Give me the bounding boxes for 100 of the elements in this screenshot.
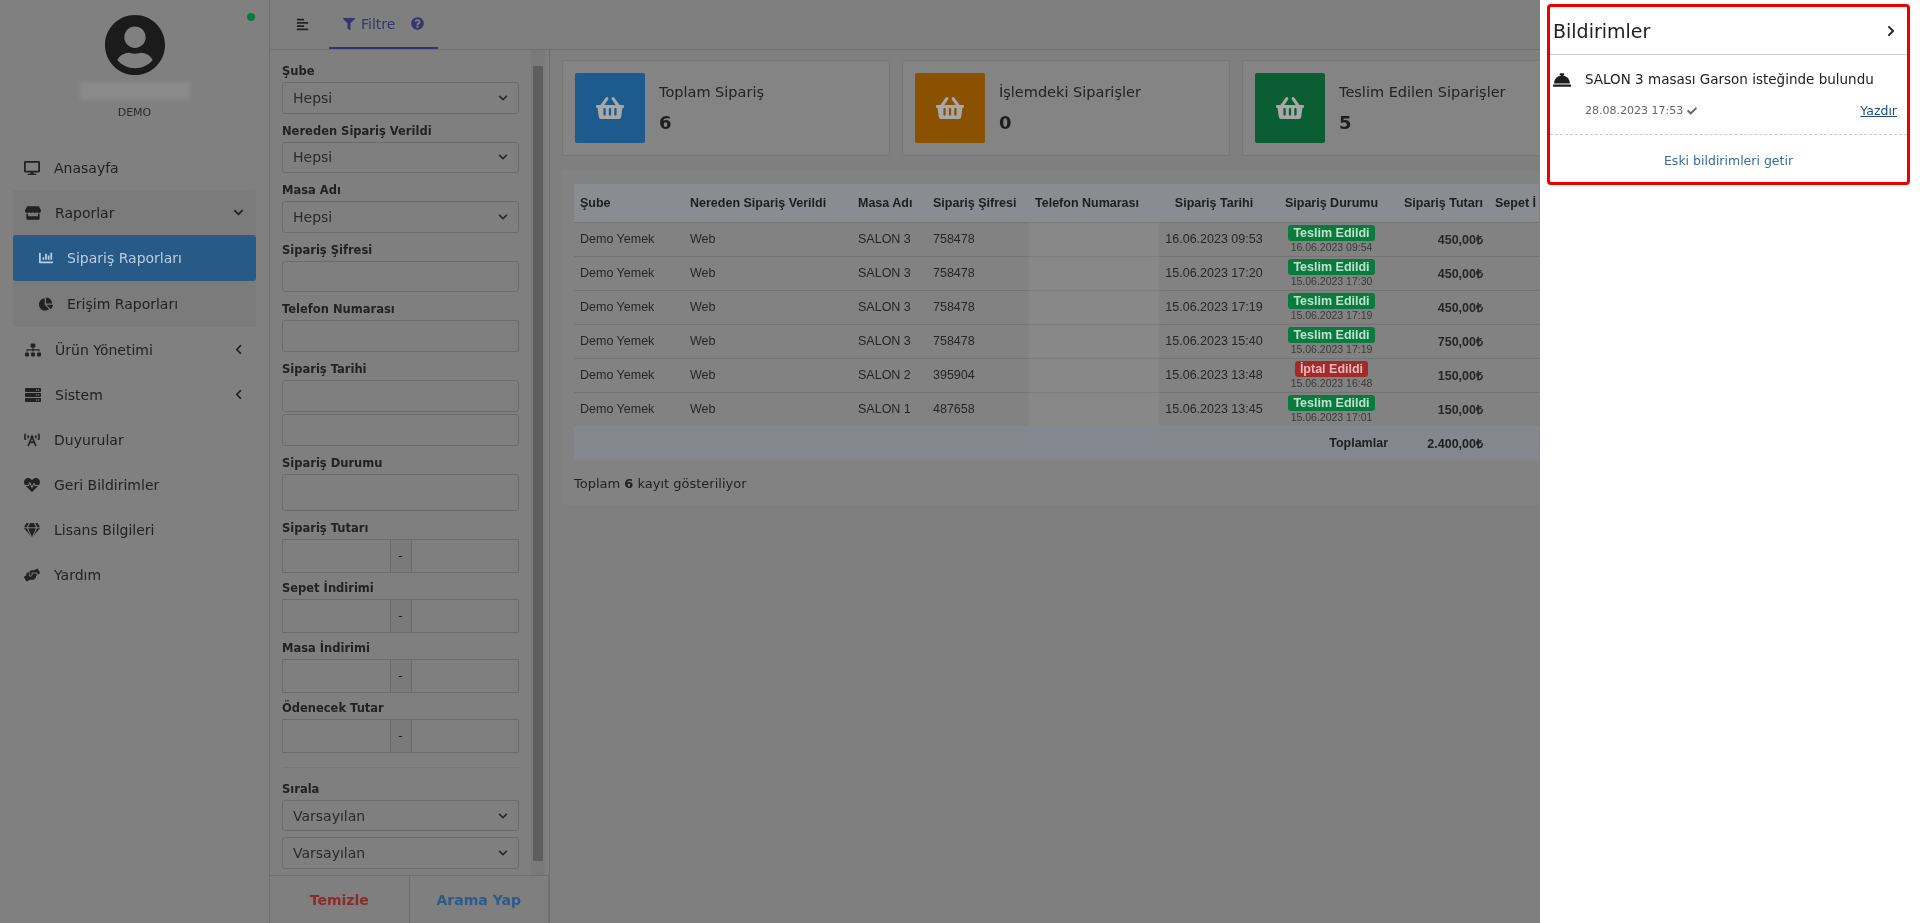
table-cell: Web: [684, 222, 852, 256]
status-time: 15.06.2023 17:19: [1289, 309, 1374, 321]
column-header[interactable]: Masa Adı: [852, 184, 927, 222]
nav-item[interactable]: Duyurular: [0, 417, 269, 462]
column-header[interactable]: Nereden Sipariş Verildi: [684, 184, 852, 222]
server-icon: [25, 386, 41, 403]
field-label: Sipariş Tutarı: [282, 520, 370, 535]
field-label: Şube: [282, 64, 316, 78]
helping-hand-icon: [24, 566, 40, 583]
table-cell: 450,00₺: [1394, 290, 1489, 324]
field-label: Masa İndirimi: [282, 640, 371, 655]
table-cell: 150,00₺: [1394, 358, 1489, 392]
stat-value: 5: [1339, 111, 1353, 133]
panel-title: Bildirimler: [1553, 19, 1651, 42]
table-cell: SALON 3: [852, 222, 927, 256]
table-cell: SALON 3: [852, 256, 927, 290]
column-header[interactable]: Sepet İ: [1489, 184, 1539, 222]
field-label: Sırala: [282, 781, 321, 796]
nav-group[interactable]: Sistem: [13, 372, 256, 417]
field-label: Nereden Sipariş Verildi: [282, 123, 433, 138]
table-cell: 15.06.2023 17:19: [1159, 290, 1269, 324]
table-cell: Web: [684, 358, 852, 392]
chevron-left-icon: [233, 389, 244, 400]
print-link[interactable]: Yazdır: [1860, 103, 1897, 118]
table-cell: 15.06.2023 15:40: [1159, 324, 1269, 358]
table-cell: Web: [684, 290, 852, 324]
column-header[interactable]: Sipariş Tutarı: [1394, 184, 1489, 222]
load-older-link[interactable]: Eski bildirimleri getir: [1550, 135, 1907, 182]
chevron-down-icon: [498, 211, 508, 222]
stat-value: 6: [659, 111, 673, 133]
table-cell: SALON 3: [852, 290, 927, 324]
column-header[interactable]: Sipariş Durumu: [1269, 184, 1394, 222]
select-field[interactable]: Varsayılan: [282, 837, 519, 869]
range-separator: -: [390, 658, 411, 693]
table-cell: Web: [684, 324, 852, 358]
stat-title: Toplam Sipariş: [659, 83, 764, 100]
totals-value: 2.400,00₺: [1394, 426, 1489, 460]
table-cell: SALON 3: [852, 324, 927, 358]
basket-icon: [1276, 94, 1304, 122]
chevron-down-icon: [498, 92, 508, 103]
stat-value: 0: [999, 111, 1013, 133]
range-separator: -: [390, 598, 411, 633]
scrollbar-thumb[interactable]: [533, 66, 543, 861]
status-time: 15.06.2023 17:19: [1289, 343, 1374, 355]
pie-chart-icon: [39, 297, 53, 311]
column-header[interactable]: Sipariş Şifresi: [927, 184, 1029, 222]
tower-icon: [24, 431, 40, 448]
chevron-left-icon: [233, 344, 244, 355]
basket-icon: [596, 94, 624, 122]
nav-subitem[interactable]: Sipariş Raporları: [13, 235, 256, 281]
nav-item[interactable]: Geri Bildirimler: [0, 462, 269, 507]
chevron-right-icon: [1885, 24, 1897, 37]
nav-item[interactable]: Anasayfa: [0, 145, 269, 190]
clear-button[interactable]: Temizle: [270, 876, 410, 923]
basket-icon: [936, 94, 964, 122]
status-time: 15.06.2023 17:30: [1289, 275, 1374, 287]
range-separator: -: [390, 718, 411, 753]
avatar-icon: [103, 14, 166, 76]
table-cell: 450,00₺: [1394, 256, 1489, 290]
status-badge: Teslim Edildi: [1288, 327, 1375, 343]
record-count: Toplam 6 kayıt gösteriliyor: [574, 476, 748, 491]
select-field[interactable]: Varsayılan: [282, 799, 519, 832]
table-cell: 16.06.2023 09:53: [1159, 222, 1269, 256]
field-label: Sipariş Durumu: [282, 455, 384, 470]
nav-group[interactable]: Ürün Yönetimi: [13, 327, 256, 372]
table-cell: 750,00₺: [1394, 324, 1489, 358]
table-cell: SALON 2: [852, 358, 927, 392]
field-label: Sipariş Tarihi: [282, 362, 368, 377]
store-icon: [25, 204, 41, 221]
status-time: 16.06.2023 09:54: [1289, 241, 1374, 253]
menu-icon: [296, 18, 309, 31]
field-label: Ödenecek Tutar: [282, 700, 385, 715]
scrollbar[interactable]: [531, 50, 545, 875]
nav-item[interactable]: Lisans Bilgileri: [0, 507, 269, 552]
status-badge: Teslim Edildi: [1288, 395, 1375, 412]
column-header[interactable]: Şube: [574, 184, 684, 222]
help-icon: [411, 17, 425, 30]
field-label: Masa Adı: [282, 183, 342, 198]
status-time: 15.06.2023 17:01: [1289, 411, 1374, 424]
nav-group[interactable]: Raporlar: [13, 190, 256, 235]
table-cell: 450,00₺: [1394, 222, 1489, 256]
status-badge: Teslim Edildi: [1288, 293, 1375, 309]
table-cell: Demo Yemek: [574, 324, 684, 358]
filter-tab[interactable]: Filtre: [329, 0, 439, 49]
select-field[interactable]: Hepsi: [282, 201, 519, 233]
table-cell: Demo Yemek: [574, 290, 684, 324]
range-separator: -: [390, 538, 411, 573]
status-badge: Teslim Edildi: [1288, 225, 1375, 241]
nav-subitem[interactable]: Erişim Raporları: [13, 281, 256, 327]
column-header[interactable]: Telefon Numarası: [1029, 184, 1159, 222]
table-cell: 15.06.2023 13:48: [1159, 358, 1269, 392]
nav-item[interactable]: Yardım: [0, 552, 269, 597]
table-cell: Demo Yemek: [574, 256, 684, 290]
field-label: Sepet İndirimi: [282, 580, 375, 595]
select-field[interactable]: Hepsi: [282, 141, 519, 174]
status-badge: İptal Edildi: [1294, 361, 1369, 377]
column-header[interactable]: Sipariş Tarihi: [1159, 184, 1269, 222]
select-field[interactable]: Hepsi: [282, 82, 519, 114]
chevron-down-icon: [498, 810, 508, 821]
user-label: DEMO: [117, 106, 152, 119]
